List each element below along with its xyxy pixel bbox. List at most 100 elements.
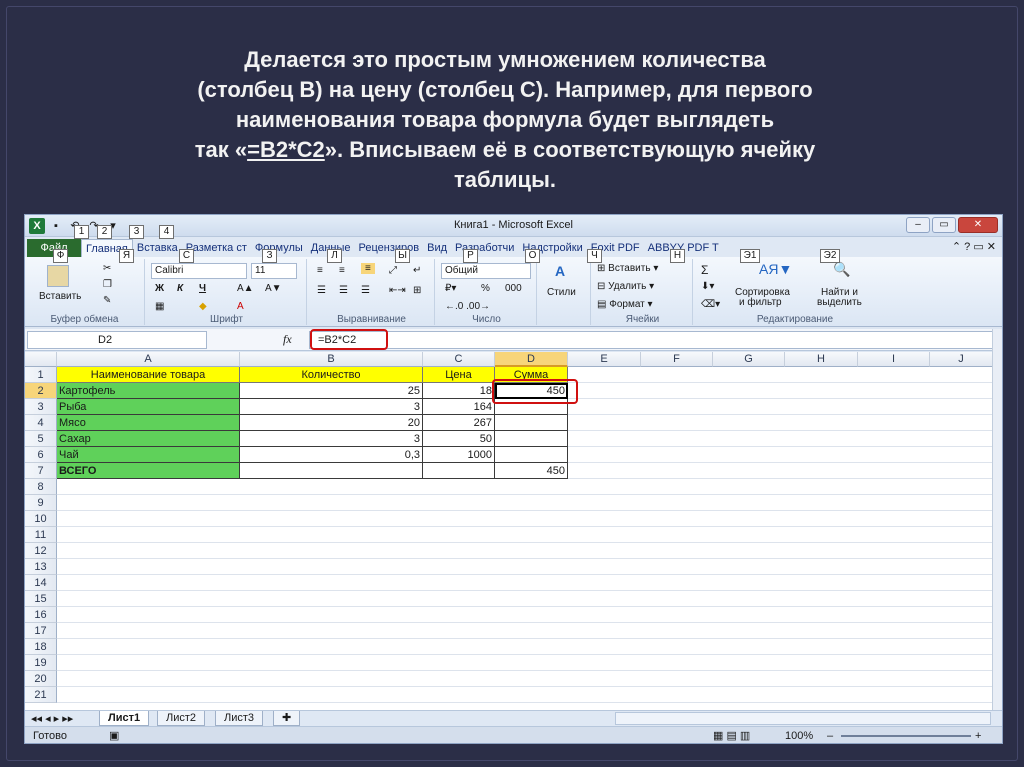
wrap-text-icon[interactable]: ↵ [413, 265, 421, 276]
table-header-cell[interactable]: Цена [423, 367, 495, 383]
column-header[interactable]: H [785, 352, 858, 367]
table-cell[interactable]: 3 [240, 399, 423, 415]
italic-button[interactable]: К [177, 283, 183, 294]
sheet-tab-2[interactable]: Лист2 [157, 711, 206, 726]
find-select-label-2[interactable]: выделить [817, 297, 862, 308]
autosum-button[interactable]: Σ [701, 263, 708, 277]
underline-button[interactable]: Ч [199, 283, 206, 294]
minimize-button[interactable]: – [906, 217, 930, 233]
shrink-font-icon[interactable]: A▼ [265, 283, 282, 294]
select-all-corner[interactable] [25, 352, 57, 367]
tab-insert[interactable]: Вставка [133, 239, 182, 257]
spreadsheet-grid[interactable]: A B C D E F G H I J 1 2 3 4 5 6 7 8 9 10… [25, 352, 993, 710]
tab-review[interactable]: Рецензиров [355, 239, 424, 257]
row-header[interactable]: 11 [25, 527, 57, 543]
thousands-button[interactable]: 000 [505, 283, 522, 294]
row-header[interactable]: 13 [25, 559, 57, 575]
row-header[interactable]: 1 [25, 367, 57, 383]
clear-icon[interactable]: ⌫▾ [701, 299, 720, 310]
formula-input[interactable]: =B2*C2 [309, 331, 997, 349]
table-cell[interactable]: 267 [423, 415, 495, 431]
orientation-icon[interactable]: ⤢ [389, 265, 397, 276]
column-header[interactable]: D [495, 352, 568, 367]
row-header[interactable]: 19 [25, 655, 57, 671]
row-header[interactable]: 16 [25, 607, 57, 623]
font-size-select[interactable]: 11 [251, 263, 297, 279]
table-cell[interactable]: Рыба [57, 399, 240, 415]
table-cell[interactable]: Картофель [57, 383, 240, 399]
horizontal-scrollbar[interactable] [615, 712, 991, 725]
align-middle-icon[interactable]: ≡ [339, 265, 345, 276]
table-cell[interactable]: 20 [240, 415, 423, 431]
tab-view[interactable]: Вид [423, 239, 451, 257]
row-header[interactable]: 10 [25, 511, 57, 527]
row-header[interactable]: 12 [25, 543, 57, 559]
insert-cells-button[interactable]: ⊞ Вставить ▾ [597, 263, 658, 274]
row-header[interactable]: 7 [25, 463, 57, 479]
zoom-slider[interactable] [841, 735, 971, 737]
zoom-level[interactable]: 100% [785, 727, 813, 743]
column-header[interactable]: B [240, 352, 423, 367]
align-right-icon[interactable]: ☰ [361, 285, 370, 296]
delete-cells-button[interactable]: ⊟ Удалить ▾ [597, 281, 654, 292]
indent-icon[interactable]: ⇤⇥ [389, 285, 406, 296]
row-header[interactable]: 5 [25, 431, 57, 447]
table-cell[interactable]: ВСЕГО [57, 463, 240, 479]
row-header[interactable]: 6 [25, 447, 57, 463]
column-header[interactable]: J [930, 352, 993, 367]
styles-button[interactable]: Стили [547, 287, 576, 298]
styles-icon[interactable]: A [555, 263, 565, 279]
merge-icon[interactable]: ⊞ [413, 285, 421, 296]
copy-icon[interactable]: ❐ [103, 279, 112, 290]
format-painter-icon[interactable]: ✎ [103, 295, 111, 306]
row-header[interactable]: 3 [25, 399, 57, 415]
row-header[interactable]: 15 [25, 591, 57, 607]
new-sheet-icon[interactable]: ✚ [273, 711, 301, 726]
align-bottom-icon[interactable]: ≡ [361, 263, 375, 274]
fill-color-icon[interactable]: ◆ [199, 301, 207, 312]
grow-font-icon[interactable]: A▲ [237, 283, 254, 294]
row-header[interactable]: 18 [25, 639, 57, 655]
find-select-icon[interactable]: 🔍 [833, 261, 850, 278]
font-color-icon[interactable]: A [237, 301, 244, 312]
percent-button[interactable]: % [481, 283, 490, 294]
table-cell[interactable]: Сахар [57, 431, 240, 447]
row-header[interactable]: 20 [25, 671, 57, 687]
help-icons[interactable]: ⌃ ? ▭ ✕ [952, 240, 996, 253]
paste-button[interactable]: Вставить [39, 291, 81, 302]
column-header[interactable]: C [423, 352, 495, 367]
align-left-icon[interactable]: ☰ [317, 285, 326, 296]
view-mode-icons[interactable]: ▦ ▤ ▥ [713, 727, 750, 743]
column-header[interactable]: I [858, 352, 930, 367]
tab-developer[interactable]: Разработчи [451, 239, 518, 257]
table-cell[interactable]: 164 [423, 399, 495, 415]
table-cell[interactable]: 18 [423, 383, 495, 399]
row-header[interactable]: 21 [25, 687, 57, 703]
fill-icon[interactable]: ⬇▾ [701, 281, 714, 292]
macro-record-icon[interactable]: ▣ [109, 727, 119, 743]
table-cell[interactable] [495, 415, 568, 431]
table-cell[interactable]: 450 [495, 463, 568, 479]
table-cell[interactable] [423, 463, 495, 479]
row-header[interactable]: 8 [25, 479, 57, 495]
format-cells-button[interactable]: ▤ Формат ▾ [597, 299, 653, 310]
row-header[interactable]: 17 [25, 623, 57, 639]
borders-icon[interactable]: ▦ [155, 301, 164, 312]
zoom-out-button[interactable]: – [827, 727, 833, 743]
close-button[interactable]: ✕ [958, 217, 998, 233]
table-header-cell[interactable]: Наименование товара [57, 367, 240, 383]
sort-filter-label-2[interactable]: и фильтр [739, 297, 782, 308]
column-header[interactable]: G [713, 352, 785, 367]
table-header-cell[interactable]: Количество [240, 367, 423, 383]
zoom-in-button[interactable]: + [975, 727, 981, 743]
currency-icon[interactable]: ₽▾ [445, 283, 456, 294]
sheet-nav-icons[interactable]: ◂◂ ◂ ▸ ▸▸ [31, 712, 73, 725]
table-cell[interactable]: Мясо [57, 415, 240, 431]
row-header[interactable]: 2 [25, 383, 57, 399]
table-cell[interactable]: Чай [57, 447, 240, 463]
cut-icon[interactable]: ✂ [103, 263, 111, 274]
fx-icon[interactable]: fx [283, 332, 292, 347]
sheet-tab-1[interactable]: Лист1 [99, 711, 150, 726]
table-cell[interactable]: 1000 [423, 447, 495, 463]
table-cell[interactable]: 3 [240, 431, 423, 447]
